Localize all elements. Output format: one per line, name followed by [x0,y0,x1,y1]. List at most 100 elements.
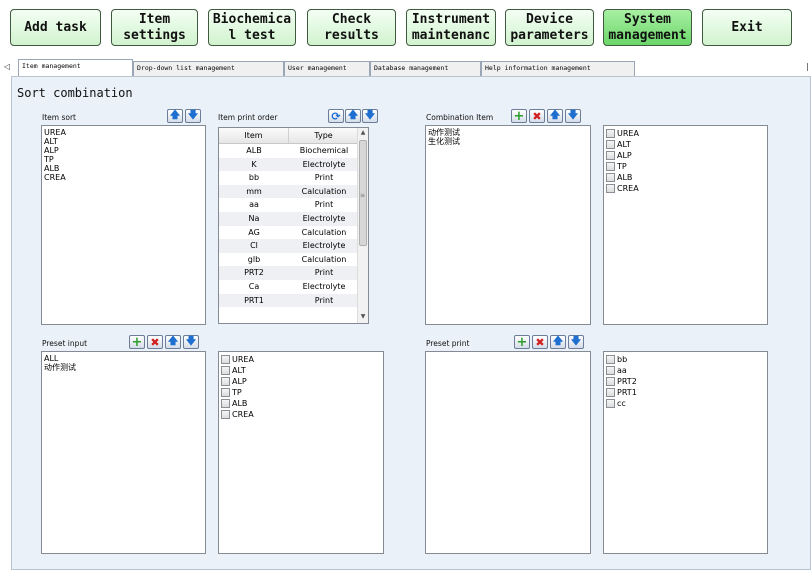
device-parameters-button[interactable]: Device parameters [505,9,594,46]
preset-print-delete-icon[interactable]: ✖ [532,335,548,349]
tab-help-information-management[interactable]: Help information management [481,61,635,76]
check-item[interactable]: cc [606,398,765,409]
checkbox[interactable] [606,151,615,160]
table-row[interactable]: glb Calculation [219,253,359,267]
check-item[interactable]: TP [221,387,381,398]
checkbox[interactable] [606,377,615,386]
add-task-button[interactable]: Add task [10,9,101,46]
preset-print-down-icon[interactable]: 🡇 [568,335,584,349]
list-item[interactable]: ALB [44,164,203,173]
list-item[interactable]: ALP [44,146,203,155]
list-item[interactable]: 动作测试 [44,363,203,372]
checkbox[interactable] [606,162,615,171]
check-item[interactable]: PRT1 [606,387,765,398]
table-row[interactable]: ALB Biochemical [219,144,359,158]
combination-item-list[interactable]: 动作测试 生化测试 [425,125,591,325]
item-sort-list[interactable]: UREA ALT ALP TP ALB CREA [41,125,206,325]
table-row[interactable]: Ca Electrolyte [219,280,359,294]
combination-add-icon[interactable]: + [511,109,527,123]
preset-print-up-icon[interactable]: 🡅 [550,335,566,349]
checkbox[interactable] [606,140,615,149]
table-row[interactable]: PRT1 Print [219,293,359,308]
table-row[interactable]: Na Electrolyte [219,211,359,226]
tab-user-management[interactable]: User management [284,61,370,76]
tab-item-management[interactable]: Item management [18,59,133,76]
checkbox[interactable] [221,410,230,419]
preset-input-list[interactable]: ALL 动作测试 [41,351,206,554]
check-results-button[interactable]: Check results [307,9,396,46]
checkbox[interactable] [606,129,615,138]
preset-print-add-icon[interactable]: + [514,335,530,349]
checkbox[interactable] [606,399,615,408]
checkbox[interactable] [606,355,615,364]
print-order-down-icon[interactable]: 🡇 [362,109,378,123]
cell-item: Ca [248,281,260,291]
preset-input-down-icon[interactable]: 🡇 [183,335,199,349]
tab-database-management[interactable]: Database management [370,61,481,76]
preset-input-delete-icon[interactable]: ✖ [147,335,163,349]
preset-input-up-icon[interactable]: 🡅 [165,335,181,349]
column-header-item[interactable]: Item [219,128,289,143]
item-print-order-grid[interactable]: Item Type ALB Biochemical K Electrolyte bb… [218,127,369,324]
table-row[interactable]: K Electrolyte [219,157,359,172]
table-row[interactable]: bb Print [219,171,359,185]
preset-input-add-icon[interactable]: + [129,335,145,349]
check-item[interactable]: bb [606,354,765,365]
print-order-up-icon[interactable]: 🡅 [345,109,361,123]
list-item[interactable]: UREA [44,128,203,137]
tab-drop-down-list-management[interactable]: Drop-down list management [133,61,284,76]
checkbox[interactable] [606,366,615,375]
tab-scroll-left-icon[interactable]: ◁ [4,62,10,71]
list-item[interactable]: CREA [44,173,203,182]
check-item[interactable]: aa [606,365,765,376]
combination-down-icon[interactable]: 🡇 [565,109,581,123]
checkbox[interactable] [221,377,230,386]
combination-up-icon[interactable]: 🡅 [547,109,563,123]
checkbox[interactable] [606,184,615,193]
checkbox[interactable] [221,366,230,375]
item-sort-up-icon[interactable]: 🡅 [167,109,183,123]
scroll-down-icon[interactable]: ▼ [358,312,368,322]
check-item[interactable]: CREA [606,183,765,194]
check-item[interactable]: TP [606,161,765,172]
exit-button[interactable]: Exit [702,9,792,46]
checkbox[interactable] [221,399,230,408]
system-management-button[interactable]: System management [603,9,692,46]
check-item[interactable]: ALT [221,365,381,376]
check-item[interactable]: CREA [221,409,381,420]
list-item[interactable]: ALL [44,354,203,363]
item-sort-down-icon[interactable]: 🡇 [185,109,201,123]
refresh-icon[interactable]: ⟳ [328,109,344,123]
table-row[interactable]: AG Calculation [219,226,359,240]
checkbox[interactable] [221,355,230,364]
instrument-maintenance-button[interactable]: Instrument maintenanc [406,9,496,46]
check-label: TP [232,388,242,397]
checkbox[interactable] [606,173,615,182]
table-row[interactable]: aa Print [219,198,359,212]
biochemical-test-button[interactable]: Biochemica l test [208,9,296,46]
preset-print-list[interactable] [425,351,591,554]
scroll-up-icon[interactable]: ▲ [358,128,368,138]
check-item[interactable]: ALB [606,172,765,183]
check-item[interactable]: ALB [221,398,381,409]
grid-scrollbar[interactable]: ▲ ≡ ▼ [357,128,368,323]
column-header-type[interactable]: Type [289,128,359,143]
checkbox[interactable] [221,388,230,397]
table-row[interactable]: Cl Electrolyte [219,239,359,253]
list-item[interactable]: ALT [44,137,203,146]
check-label: PRT2 [617,377,637,386]
check-item[interactable]: ALP [606,150,765,161]
checkbox[interactable] [606,388,615,397]
table-row[interactable]: mm Calculation [219,184,359,199]
table-row[interactable]: PRT2 Print [219,266,359,280]
check-item[interactable]: UREA [221,354,381,365]
check-item[interactable]: UREA [606,128,765,139]
check-item[interactable]: ALP [221,376,381,387]
check-item[interactable]: ALT [606,139,765,150]
check-item[interactable]: PRT2 [606,376,765,387]
list-item[interactable]: TP [44,155,203,164]
list-item[interactable]: 生化测试 [428,137,588,146]
combination-delete-icon[interactable]: ✖ [529,109,545,123]
item-settings-button[interactable]: Item settings [111,9,198,46]
list-item[interactable]: 动作测试 [428,128,588,137]
